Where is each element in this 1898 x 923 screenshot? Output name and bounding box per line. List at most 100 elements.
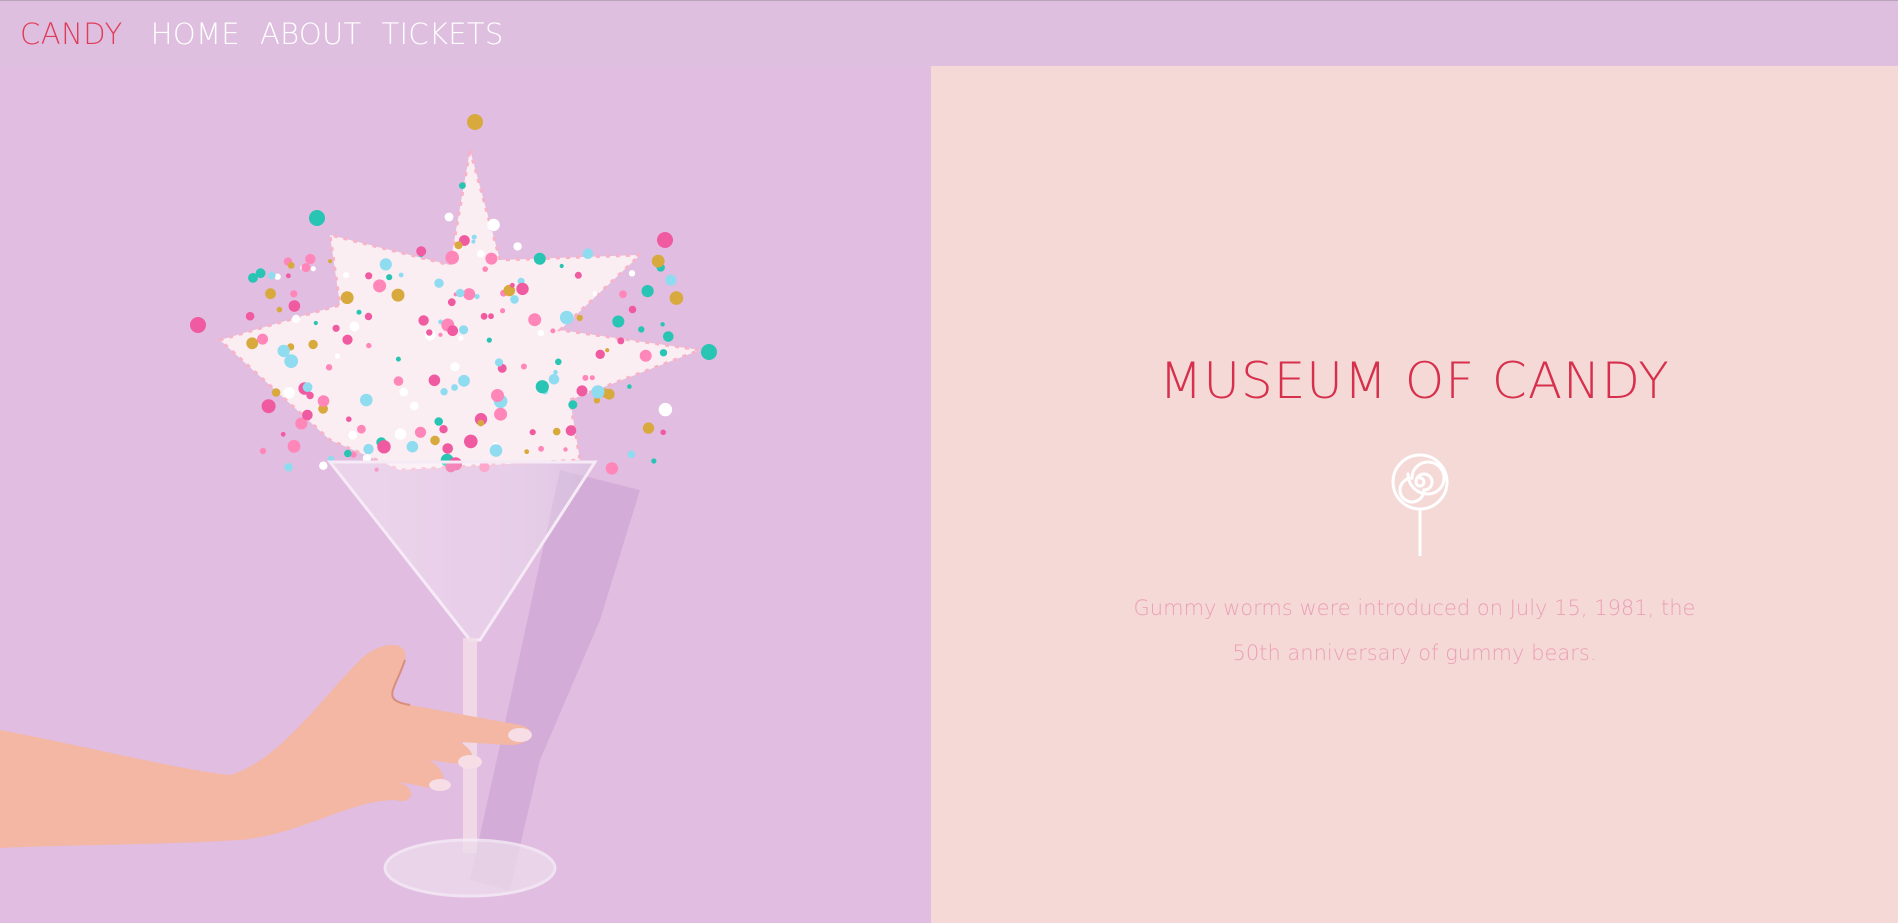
sprinkle bbox=[665, 274, 677, 286]
sprinkle bbox=[308, 339, 318, 350]
sprinkle bbox=[658, 402, 673, 417]
sprinkle bbox=[538, 445, 544, 452]
sprinkle bbox=[335, 353, 341, 359]
candy-ball bbox=[467, 114, 483, 130]
sprinkle bbox=[414, 426, 427, 438]
sprinkle bbox=[459, 325, 469, 335]
sprinkle bbox=[638, 326, 645, 333]
sprinkle bbox=[660, 429, 666, 436]
sprinkle bbox=[356, 309, 362, 315]
sprinkle bbox=[510, 295, 519, 304]
brand-logo-link[interactable]: CANDY bbox=[20, 17, 123, 51]
sprinkle bbox=[379, 258, 392, 271]
sprinkle bbox=[301, 263, 311, 273]
sprinkle bbox=[458, 335, 464, 341]
sprinkle bbox=[268, 271, 276, 280]
sprinkle bbox=[363, 443, 374, 455]
sprinkle bbox=[265, 288, 276, 300]
sprinkle bbox=[288, 300, 301, 312]
sprinkle bbox=[550, 328, 556, 334]
sprinkle bbox=[306, 391, 314, 400]
sprinkle bbox=[444, 212, 454, 222]
sprinkle bbox=[438, 332, 443, 337]
sprinkle bbox=[313, 320, 318, 326]
sprinkle bbox=[328, 259, 333, 264]
hero-illustration bbox=[0, 114, 717, 898]
candy-ball bbox=[309, 210, 325, 226]
nav-link-about[interactable]: ABOUT bbox=[260, 17, 362, 51]
sprinkle bbox=[286, 273, 291, 279]
sprinkle bbox=[563, 447, 568, 452]
sprinkle bbox=[398, 272, 404, 278]
sprinkle bbox=[651, 254, 665, 268]
nav-link-home[interactable]: HOME bbox=[151, 17, 240, 51]
sprinkle bbox=[488, 313, 494, 320]
sprinkle bbox=[628, 305, 637, 314]
sprinkle bbox=[510, 282, 515, 288]
sprinkle bbox=[533, 252, 546, 265]
sprinkle bbox=[305, 253, 316, 265]
sprinkle bbox=[377, 440, 391, 454]
sprinkle bbox=[342, 334, 353, 345]
sprinkle bbox=[520, 363, 527, 370]
sprinkle bbox=[582, 374, 589, 381]
sprinkle bbox=[287, 262, 295, 269]
sprinkle bbox=[325, 364, 333, 371]
sprinkle bbox=[500, 308, 506, 314]
sprinkle bbox=[450, 362, 460, 372]
sprinkle bbox=[591, 385, 605, 399]
sprinkle bbox=[603, 388, 615, 400]
candy-ball bbox=[190, 317, 206, 333]
sprinkle bbox=[482, 266, 489, 272]
sprinkle bbox=[357, 424, 366, 434]
sprinkle bbox=[627, 450, 636, 459]
sprinkle bbox=[319, 461, 328, 470]
sprinkle bbox=[284, 462, 293, 472]
sprinkle bbox=[617, 337, 625, 345]
sprinkle bbox=[605, 462, 619, 475]
sprinkle bbox=[276, 306, 283, 313]
sprinkle bbox=[364, 312, 373, 321]
sprinkle bbox=[257, 333, 269, 345]
lollipop-icon bbox=[1391, 453, 1449, 556]
sprinkle bbox=[428, 374, 441, 387]
sprinkle bbox=[612, 315, 625, 328]
sprinkle bbox=[595, 349, 605, 359]
sprinkle bbox=[451, 384, 458, 391]
sprinkle-burst bbox=[190, 114, 717, 475]
sprinkle bbox=[471, 239, 476, 244]
sprinkle bbox=[261, 399, 276, 414]
sprinkle bbox=[486, 337, 492, 343]
sprinkle bbox=[290, 290, 298, 298]
sprinkle bbox=[491, 389, 504, 402]
sprinkle bbox=[393, 376, 404, 386]
nav-link-tickets[interactable]: TICKETS bbox=[382, 17, 504, 51]
sprinkle bbox=[651, 458, 657, 464]
sprinkle bbox=[332, 324, 340, 332]
sprinkle bbox=[485, 252, 498, 265]
sprinkle bbox=[605, 348, 610, 353]
sprinkle bbox=[386, 274, 393, 281]
sprinkle bbox=[669, 291, 684, 305]
sprinkle bbox=[568, 400, 578, 410]
sprinkle bbox=[349, 321, 360, 332]
sprinkle bbox=[284, 354, 299, 368]
candy-ball bbox=[701, 344, 717, 360]
sprinkle bbox=[271, 388, 281, 397]
sprinkle bbox=[454, 241, 463, 250]
sprinkle bbox=[348, 430, 357, 440]
sprinkle bbox=[458, 374, 470, 387]
sprinkle bbox=[552, 427, 561, 436]
sprinkle bbox=[292, 314, 301, 323]
sprinkle bbox=[439, 425, 448, 434]
sprinkle bbox=[576, 314, 583, 322]
sprinkle bbox=[589, 375, 595, 381]
sprinkle bbox=[395, 356, 401, 362]
hero-image bbox=[0, 0, 931, 923]
sprinkle bbox=[302, 409, 313, 421]
sprinkle bbox=[346, 416, 352, 423]
sprinkle bbox=[459, 182, 466, 190]
sprinkle bbox=[366, 342, 372, 349]
sprinkle bbox=[559, 263, 564, 269]
sprinkle bbox=[245, 311, 255, 321]
